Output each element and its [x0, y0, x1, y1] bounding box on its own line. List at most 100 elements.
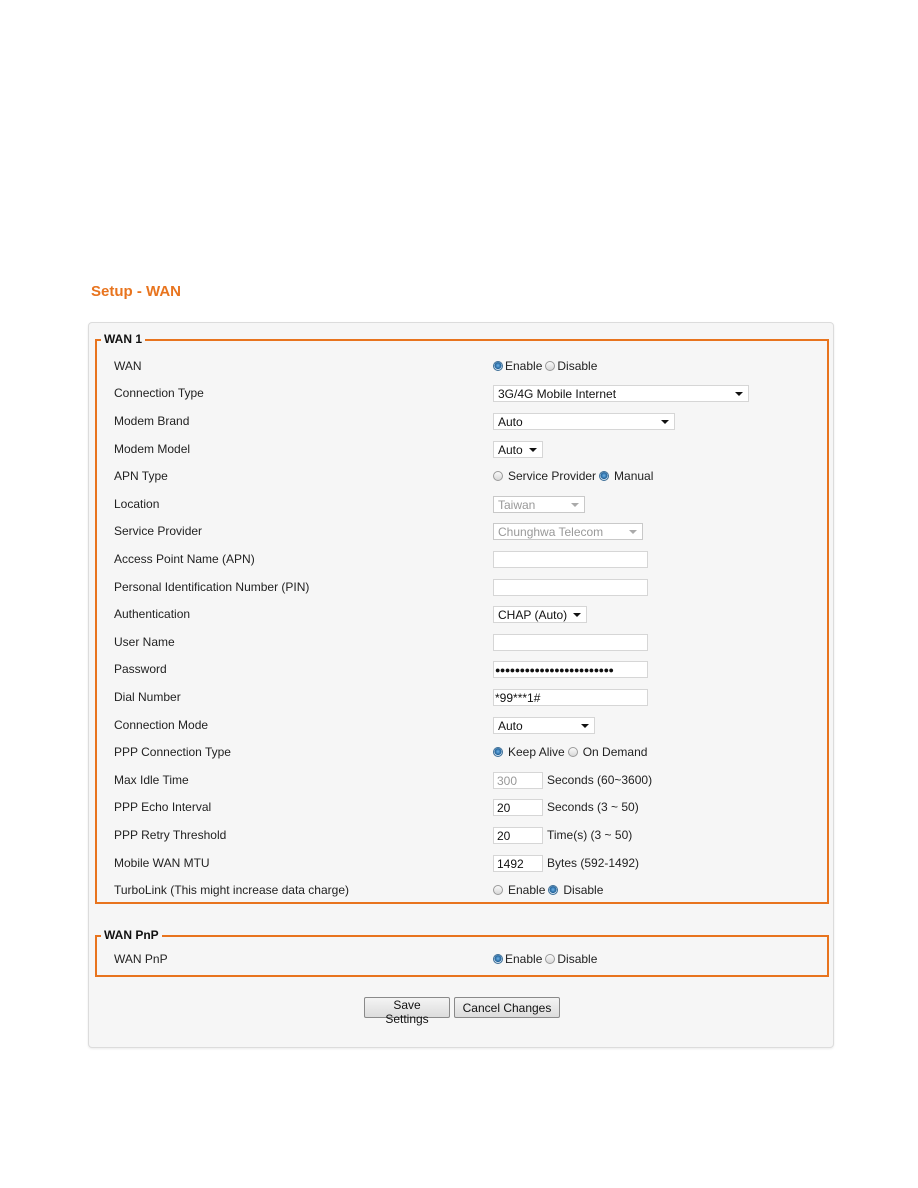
modem-brand-value: Auto: [498, 414, 523, 429]
row-service-provider: Service Provider Chunghwa Telecom: [97, 521, 827, 541]
save-settings-button[interactable]: Save Settings: [364, 997, 450, 1026]
modem-brand-select[interactable]: Auto: [493, 412, 675, 430]
row-connection-mode: Connection Mode Auto: [97, 715, 827, 735]
chevron-down-icon: [581, 723, 589, 728]
user-name-label: User Name: [114, 635, 175, 649]
location-label: Location: [114, 497, 160, 511]
wan-pnp-label: WAN PnP: [114, 952, 168, 966]
turbolink-disable-label: Disable: [563, 883, 604, 897]
row-wan-pnp: WAN PnP Enable Disable: [97, 949, 827, 969]
cancel-changes-button[interactable]: Cancel Changes: [454, 997, 560, 1018]
row-ppp-connection-type: PPP Connection Type Keep Alive On Demand: [97, 742, 827, 762]
row-ppp-echo-interval: PPP Echo Interval 20 Seconds (3 ~ 50): [97, 797, 827, 817]
row-dial-number: Dial Number *99***1#: [97, 687, 827, 707]
max-idle-time-label: Max Idle Time: [114, 773, 189, 787]
max-idle-time-unit: Seconds (60~3600): [547, 773, 653, 787]
apn-service-provider-label: Service Provider: [508, 469, 597, 483]
connection-type-value: 3G/4G Mobile Internet: [498, 386, 617, 401]
chevron-down-icon: [573, 612, 581, 617]
chevron-down-icon: [571, 502, 579, 507]
wan-disable-label: Disable: [557, 359, 598, 373]
turbolink-enable-radio[interactable]: [493, 885, 503, 895]
mobile-wan-mtu-unit: Bytes (592-1492): [547, 856, 640, 870]
dial-number-label: Dial Number: [114, 690, 181, 704]
turbolink-disable-radio[interactable]: [548, 885, 559, 895]
wan-enable-radio[interactable]: [493, 361, 503, 371]
ppp-retry-threshold-unit: Time(s) (3 ~ 50): [547, 828, 633, 842]
row-apn-type: APN Type Service Provider Manual: [97, 466, 827, 486]
wan-pnp-fieldset: WAN PnP WAN PnP Enable Disable: [95, 928, 829, 977]
row-ppp-retry-threshold: PPP Retry Threshold 20 Time(s) (3 ~ 50): [97, 825, 827, 845]
service-provider-select[interactable]: Chunghwa Telecom: [493, 522, 643, 540]
ppp-echo-interval-unit: Seconds (3 ~ 50): [547, 800, 639, 814]
modem-model-label: Modem Model: [114, 442, 191, 456]
mobile-wan-mtu-input[interactable]: 1492: [493, 854, 543, 872]
wan1-legend: WAN 1: [101, 332, 146, 346]
max-idle-time-input[interactable]: 300: [493, 771, 543, 789]
wan-pnp-disable-label: Disable: [557, 952, 598, 966]
modem-model-select[interactable]: Auto: [493, 440, 543, 458]
ppp-retry-threshold-input[interactable]: 20: [493, 826, 543, 844]
wan-pnp-enable-label: Enable: [505, 952, 543, 966]
connection-mode-label: Connection Mode: [114, 718, 209, 732]
service-provider-label: Service Provider: [114, 524, 203, 538]
ppp-echo-interval-label: PPP Echo Interval: [114, 800, 212, 814]
connection-type-label: Connection Type: [114, 386, 204, 400]
pin-input[interactable]: [493, 578, 648, 596]
pin-label: Personal Identification Number (PIN): [114, 580, 310, 594]
chevron-down-icon: [529, 447, 537, 452]
mobile-wan-mtu-label: Mobile WAN MTU: [114, 856, 210, 870]
location-select[interactable]: Taiwan: [493, 495, 585, 513]
connection-mode-select[interactable]: Auto: [493, 716, 595, 734]
authentication-select[interactable]: CHAP (Auto): [493, 605, 587, 623]
row-pin: Personal Identification Number (PIN): [97, 577, 827, 597]
apn-input[interactable]: [493, 550, 648, 568]
keep-alive-label: Keep Alive: [508, 745, 565, 759]
connection-type-select[interactable]: 3G/4G Mobile Internet: [493, 384, 749, 402]
ppp-retry-threshold-label: PPP Retry Threshold: [114, 828, 227, 842]
wan-pnp-enable-radio[interactable]: [493, 954, 503, 964]
apn-label: Access Point Name (APN): [114, 552, 255, 566]
wan-disable-radio[interactable]: [545, 361, 556, 371]
row-turbolink: TurboLink (This might increase data char…: [97, 880, 827, 900]
apn-service-provider-radio[interactable]: [493, 471, 503, 481]
wan-enable-label: Enable: [505, 359, 543, 373]
password-input[interactable]: ●●●●●●●●●●●●●●●●●●●●●●●●: [493, 660, 648, 678]
service-provider-value: Chunghwa Telecom: [498, 524, 604, 539]
turbolink-enable-label: Enable: [508, 883, 546, 897]
password-label: Password: [114, 662, 167, 676]
apn-manual-label: Manual: [614, 469, 654, 483]
modem-model-value: Auto: [498, 442, 523, 457]
apn-type-label: APN Type: [114, 469, 168, 483]
on-demand-radio[interactable]: [567, 747, 578, 757]
row-apn: Access Point Name (APN): [97, 549, 827, 569]
modem-brand-label: Modem Brand: [114, 414, 190, 428]
wan-label: WAN: [114, 359, 142, 373]
wan1-fieldset: WAN 1 WAN Enable Disable Connection Type…: [95, 332, 829, 904]
page-title: Setup - WAN: [91, 283, 181, 300]
row-modem-brand: Modem Brand Auto: [97, 411, 827, 431]
ppp-connection-type-label: PPP Connection Type: [114, 745, 231, 759]
user-name-input[interactable]: [493, 633, 648, 651]
row-connection-type: Connection Type 3G/4G Mobile Internet: [97, 383, 827, 403]
row-authentication: Authentication CHAP (Auto): [97, 604, 827, 624]
chevron-down-icon: [661, 419, 669, 424]
row-user-name: User Name: [97, 632, 827, 652]
turbolink-label: TurboLink (This might increase data char…: [114, 883, 349, 897]
keep-alive-radio[interactable]: [493, 747, 503, 757]
chevron-down-icon: [735, 391, 743, 396]
row-modem-model: Modem Model Auto: [97, 439, 827, 459]
dial-number-input[interactable]: *99***1#: [493, 688, 648, 706]
row-mobile-wan-mtu: Mobile WAN MTU 1492 Bytes (592-1492): [97, 853, 827, 873]
row-password: Password ●●●●●●●●●●●●●●●●●●●●●●●●: [97, 659, 827, 679]
on-demand-label: On Demand: [582, 745, 648, 759]
wan-pnp-disable-radio[interactable]: [545, 954, 556, 964]
chevron-down-icon: [629, 529, 637, 534]
connection-mode-value: Auto: [498, 718, 523, 733]
row-wan: WAN Enable Disable: [97, 356, 827, 376]
row-location: Location Taiwan: [97, 494, 827, 514]
location-value: Taiwan: [498, 497, 536, 512]
ppp-echo-interval-input[interactable]: 20: [493, 798, 543, 816]
row-max-idle-time: Max Idle Time 300 Seconds (60~3600): [97, 770, 827, 790]
apn-manual-radio[interactable]: [599, 471, 610, 481]
